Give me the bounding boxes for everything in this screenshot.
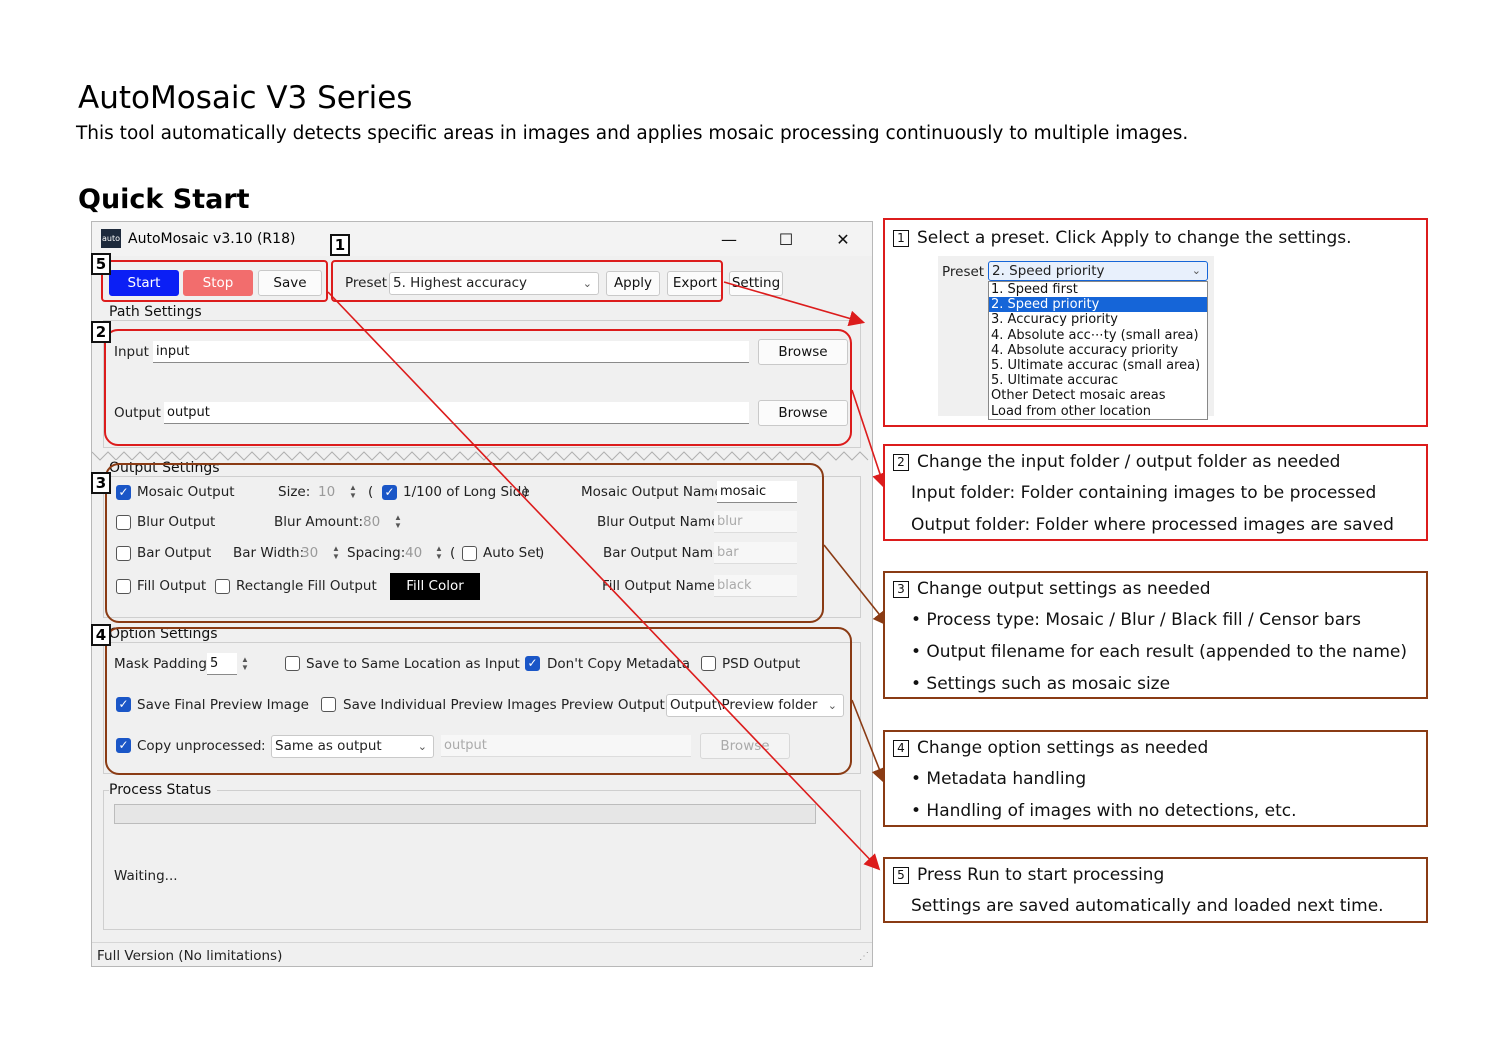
callout-3-line2: • Process type: Mosaic / Blur / Black fi… <box>911 610 1361 630</box>
callout-5-line2: Settings are saved automatically and loa… <box>911 896 1384 916</box>
callout-4-number: 4 <box>893 740 909 757</box>
callout-2-line2: Input folder: Folder containing images t… <box>911 483 1377 503</box>
arrow-5 <box>327 291 881 871</box>
callout-2-number: 2 <box>893 454 909 471</box>
preset-option[interactable]: 4. Absolute acc⋯ty (small area) <box>989 328 1207 343</box>
arrow-4 <box>851 699 887 784</box>
preset-demo: Preset 2. Speed priority ⌄ 1. Speed firs… <box>938 256 1214 420</box>
callout-4-text: Change option settings as needed <box>917 738 1209 758</box>
callout-4-line2: • Metadata handling <box>911 769 1087 789</box>
preset-option[interactable]: Load from other location <box>989 404 1207 419</box>
callout-2-title: 2 Change the input folder / output folder… <box>893 452 1340 472</box>
preset-option[interactable]: 3. Accuracy priority <box>989 312 1207 327</box>
callout-4-line3: • Handling of images with no detections,… <box>911 801 1297 821</box>
callout-3-text: Change output settings as needed <box>917 579 1211 599</box>
arrow-2 <box>851 389 888 490</box>
callout-1: 1 Select a preset. Click Apply to change … <box>883 218 1428 427</box>
callout-1-text: Select a preset. Click Apply to change t… <box>917 228 1352 248</box>
callout-3-line4: • Settings such as mosaic size <box>911 674 1171 694</box>
callout-5-text: Press Run to start processing <box>917 865 1165 885</box>
callout-1-number: 1 <box>893 230 909 247</box>
callout-3-line3: • Output filename for each result (appen… <box>911 642 1407 662</box>
arrow-1 <box>723 281 866 327</box>
callout-4-title: 4 Change option settings as needed <box>893 738 1208 758</box>
preset-option[interactable]: 5. Ultimate accurac (small area) <box>989 358 1207 373</box>
preset-option[interactable]: 5. Ultimate accurac <box>989 373 1207 388</box>
callout-2-line3: Output folder: Folder where processed im… <box>911 515 1394 535</box>
preset-option[interactable]: 1. Speed first <box>989 282 1207 297</box>
callout-4: 4 Change option settings as needed • Meta… <box>883 730 1428 827</box>
callout-1-title: 1 Select a preset. Click Apply to change … <box>893 228 1352 248</box>
preset-dropdown-list: 1. Speed first 2. Speed priority 3. Accura… <box>988 281 1208 420</box>
preset-demo-select[interactable]: 2. Speed priority ⌄ <box>988 261 1208 281</box>
callout-3-title: 3 Change output settings as needed <box>893 579 1211 599</box>
preset-demo-value: 2. Speed priority <box>992 263 1105 279</box>
callout-2-text: Change the input folder / output folder … <box>917 452 1341 472</box>
preset-option[interactable]: 2. Speed priority <box>989 297 1207 313</box>
arrow-3 <box>823 544 889 627</box>
callout-3-number: 3 <box>893 581 909 598</box>
chevron-down-icon: ⌄ <box>1191 264 1201 277</box>
callout-5-title: 5 Press Run to start processing <box>893 865 1164 885</box>
preset-option[interactable]: Other Detect mosaic areas <box>989 388 1207 403</box>
preset-option[interactable]: 4. Absolute accuracy priority <box>989 343 1207 358</box>
callout-5: 5 Press Run to start processing Settings … <box>883 857 1428 923</box>
preset-demo-label: Preset <box>942 264 985 280</box>
callout-5-number: 5 <box>893 867 909 884</box>
callout-3: 3 Change output settings as needed • Proc… <box>883 571 1428 699</box>
callout-2: 2 Change the input folder / output folder… <box>883 444 1428 541</box>
